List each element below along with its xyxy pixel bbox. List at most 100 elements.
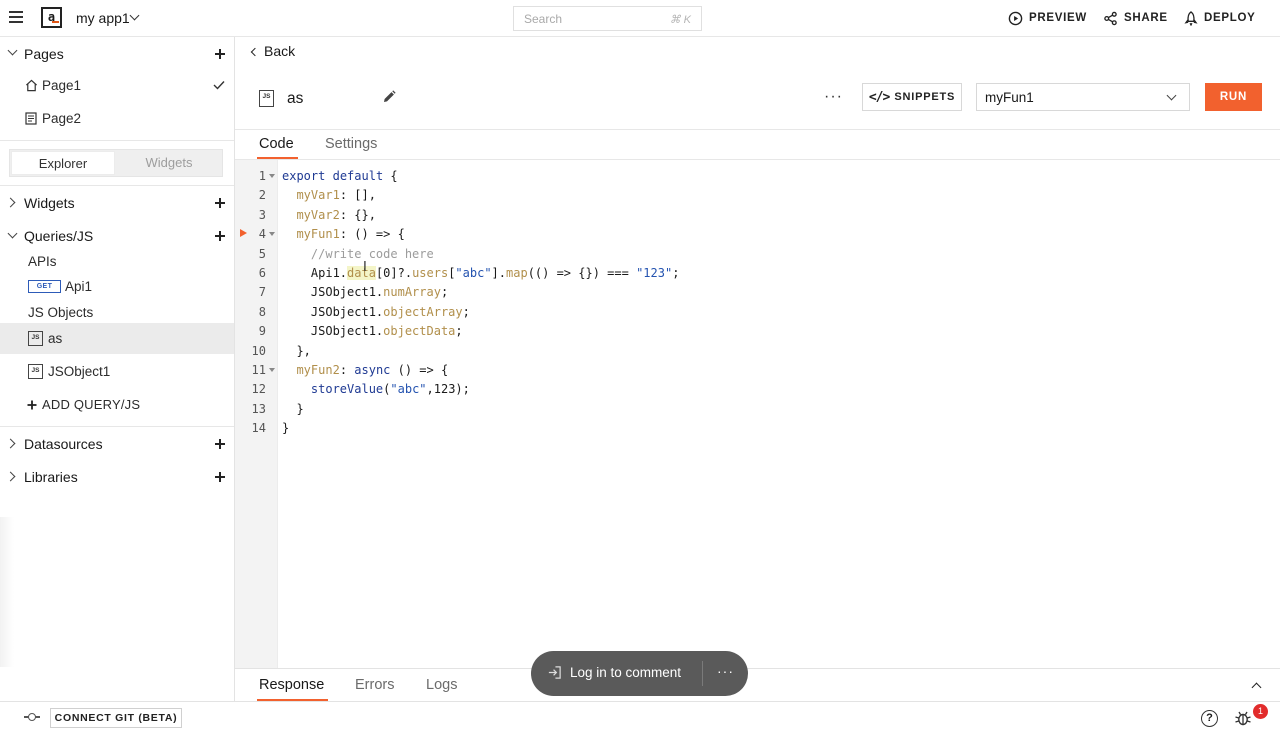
sidebar-item-jsobject1[interactable]: JS JSObject1	[0, 359, 234, 385]
add-widget-plus-icon[interactable]	[215, 198, 225, 208]
explorer-tab[interactable]: Explorer	[11, 151, 115, 175]
sidebar-item-page2[interactable]: Page2	[0, 108, 234, 132]
login-to-comment-button[interactable]: Log in to comment	[570, 665, 681, 680]
widgets-chevron-right-icon[interactable]	[5, 197, 16, 208]
get-method-badge: GET	[28, 280, 61, 293]
response-divider[interactable]	[235, 668, 1280, 669]
edit-pencil-icon[interactable]	[382, 90, 396, 104]
code-line[interactable]: storeValue("abc",123);	[282, 382, 470, 396]
js-file-icon: JS	[28, 364, 43, 379]
sidebar-divider	[0, 185, 234, 186]
hamburger-menu-icon[interactable]	[9, 11, 23, 23]
code-line[interactable]: JSObject1.objectData;	[282, 324, 463, 338]
add-query-js-button[interactable]: ADD QUERY/JS	[0, 393, 234, 417]
widgets-tab[interactable]: Widgets	[117, 151, 221, 175]
tab-errors[interactable]: Errors	[355, 677, 394, 693]
back-button[interactable]: Back	[250, 43, 295, 59]
line-number: 9	[258, 324, 266, 339]
run-function-gutter-icon[interactable]	[240, 229, 247, 238]
bug-icon[interactable]	[1234, 709, 1252, 727]
tab-settings[interactable]: Settings	[325, 136, 377, 152]
play-circle-icon	[1008, 11, 1023, 25]
help-icon[interactable]: ?	[1201, 710, 1218, 727]
sidebar-item-as[interactable]: JS as	[0, 323, 234, 354]
datasources-section-label[interactable]: Datasources	[24, 436, 103, 452]
fold-arrow-icon[interactable]	[269, 232, 275, 237]
debugger-error-count-badge: 1	[1253, 704, 1268, 719]
login-icon	[548, 666, 561, 679]
libraries-section-label[interactable]: Libraries	[24, 469, 78, 485]
line-number: 5	[258, 246, 266, 261]
chevron-up-icon[interactable]	[1251, 682, 1262, 693]
apis-group-label: APIs	[28, 254, 57, 269]
libraries-chevron-right-icon[interactable]	[5, 471, 16, 482]
app-menu-chevron-down-icon[interactable]	[129, 10, 140, 21]
search-shortcut: ⌘ K	[669, 14, 691, 26]
function-select-dropdown[interactable]: myFun1	[976, 83, 1190, 111]
code-line[interactable]: }	[282, 421, 289, 435]
bottom-bar: CONNECT GIT (BETA) ? 1	[0, 701, 1280, 731]
sidebar-divider	[0, 140, 234, 141]
connect-git-button[interactable]: CONNECT GIT (BETA)	[50, 708, 182, 728]
explorer-sidebar: Pages Page1 Page2 Explorer Widgets Widge…	[0, 37, 235, 701]
pages-section-label[interactable]: Pages	[24, 46, 64, 62]
tab-response[interactable]: Response	[259, 677, 324, 693]
chevron-down-icon	[1166, 90, 1177, 101]
code-line[interactable]: }	[282, 402, 303, 416]
snippets-label: SNIPPETS	[894, 91, 956, 103]
run-button[interactable]: RUN	[1205, 83, 1262, 111]
rocket-icon	[1184, 10, 1198, 26]
add-page-plus-icon[interactable]	[215, 49, 225, 59]
widgets-section-label[interactable]: Widgets	[24, 195, 75, 211]
explorer-widgets-toggle: Explorer Widgets	[9, 149, 223, 177]
code-line[interactable]: //write code here	[282, 247, 434, 261]
add-library-plus-icon[interactable]	[215, 472, 225, 482]
tab-logs[interactable]: Logs	[426, 677, 457, 693]
deploy-label: DEPLOY	[1204, 12, 1256, 24]
datasources-chevron-right-icon[interactable]	[5, 438, 16, 449]
code-line[interactable]: export default {	[282, 169, 398, 183]
line-number: 11	[251, 363, 266, 377]
code-line[interactable]: myVar2: {},	[282, 208, 375, 222]
line-number: 8	[258, 304, 266, 319]
sidebar-item-api1[interactable]: GET Api1	[0, 275, 234, 299]
tab-code[interactable]: Code	[259, 136, 294, 152]
js-object-icon: JS	[259, 90, 274, 107]
pages-chevron-down-icon[interactable]	[7, 45, 18, 56]
preview-button[interactable]: PREVIEW	[1008, 10, 1087, 26]
more-options-icon[interactable]: ···	[824, 89, 843, 105]
share-label: SHARE	[1124, 12, 1168, 24]
share-button[interactable]: SHARE	[1103, 10, 1168, 26]
code-line[interactable]: myFun1: () => {	[282, 227, 404, 241]
top-bar: a my app1 Search ⌘ K PREVIEW SHARE DEPLO…	[0, 0, 1280, 37]
api1-label: Api1	[65, 279, 93, 294]
queries-section-label[interactable]: Queries/JS	[24, 228, 93, 244]
deploy-button[interactable]: DEPLOY	[1184, 10, 1256, 26]
line-number: 10	[251, 343, 266, 358]
add-datasource-plus-icon[interactable]	[215, 439, 225, 449]
sidebar-divider	[0, 426, 234, 427]
git-commit-icon	[24, 713, 40, 721]
as-label: as	[48, 331, 63, 346]
fold-arrow-icon[interactable]	[269, 174, 275, 178]
code-line[interactable]: JSObject1.numArray;	[282, 285, 448, 299]
app-name[interactable]: my app1	[76, 10, 130, 26]
code-line[interactable]: myVar1: [],	[282, 188, 375, 202]
fold-arrow-icon[interactable]	[269, 368, 275, 372]
js-object-name[interactable]: as	[287, 90, 303, 108]
queries-chevron-down-icon[interactable]	[7, 228, 18, 239]
code-editor[interactable]: 1 export default {2 myVar1: [], 3 myVar2: …	[235, 160, 1280, 668]
snippets-button[interactable]: </> SNIPPETS	[862, 83, 962, 111]
code-line[interactable]: JSObject1.objectArray;	[282, 305, 470, 319]
add-plus-icon	[27, 400, 37, 410]
more-options-icon[interactable]: ···	[717, 663, 734, 679]
js-file-icon: JS	[28, 331, 43, 346]
search-input[interactable]: Search ⌘ K	[513, 6, 702, 31]
line-number: 7	[258, 285, 266, 300]
code-line[interactable]: myFun2: async () => {	[282, 363, 448, 377]
appsmith-logo[interactable]: a	[41, 7, 62, 28]
add-query-plus-icon[interactable]	[215, 231, 225, 241]
sidebar-item-page1[interactable]: Page1	[0, 75, 234, 99]
code-line[interactable]: },	[282, 344, 310, 358]
code-line[interactable]: Api1.data[0]?.users["abc"].map(() => {})…	[282, 266, 679, 280]
